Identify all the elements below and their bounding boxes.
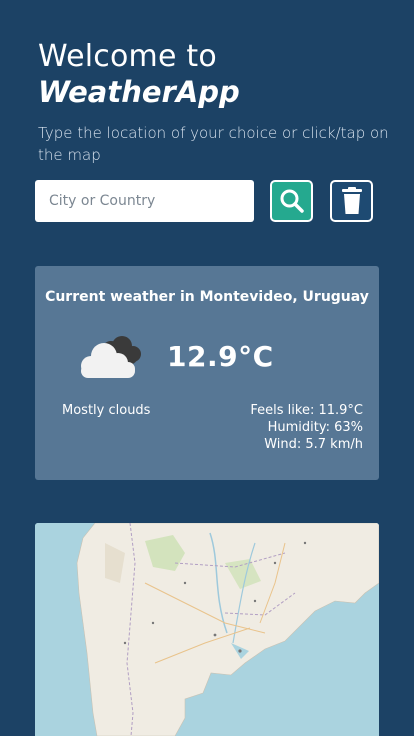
location-search-input[interactable]	[35, 180, 254, 222]
wind-text: Wind: 5.7 km/h	[264, 437, 363, 452]
welcome-heading: Welcome to WeatherApp	[38, 40, 398, 110]
search-button[interactable]	[270, 180, 313, 222]
feels-like-text: Feels like: 11.9°C	[250, 403, 363, 418]
weather-title: Current weather in Montevideo, Uruguay	[45, 289, 369, 305]
cloud-icon	[81, 336, 141, 378]
app-name: WeatherApp	[38, 75, 240, 109]
map-tiles	[35, 523, 379, 736]
search-icon	[280, 189, 304, 213]
trash-icon	[341, 187, 362, 214]
humidity-text: Humidity: 63%	[267, 420, 363, 435]
weather-card: Current weather in Montevideo, Uruguay 1…	[35, 266, 379, 480]
instructions-text: Type the location of your choice or clic…	[38, 124, 389, 164]
temperature-value: 12.9°C	[167, 340, 274, 373]
clear-button[interactable]	[330, 180, 373, 222]
welcome-text: Welcome to	[38, 39, 217, 74]
location-map[interactable]	[35, 523, 379, 736]
weather-condition: Mostly clouds	[62, 403, 151, 418]
weather-details: Feels like: 11.9°C Humidity: 63% Wind: 5…	[250, 402, 363, 453]
